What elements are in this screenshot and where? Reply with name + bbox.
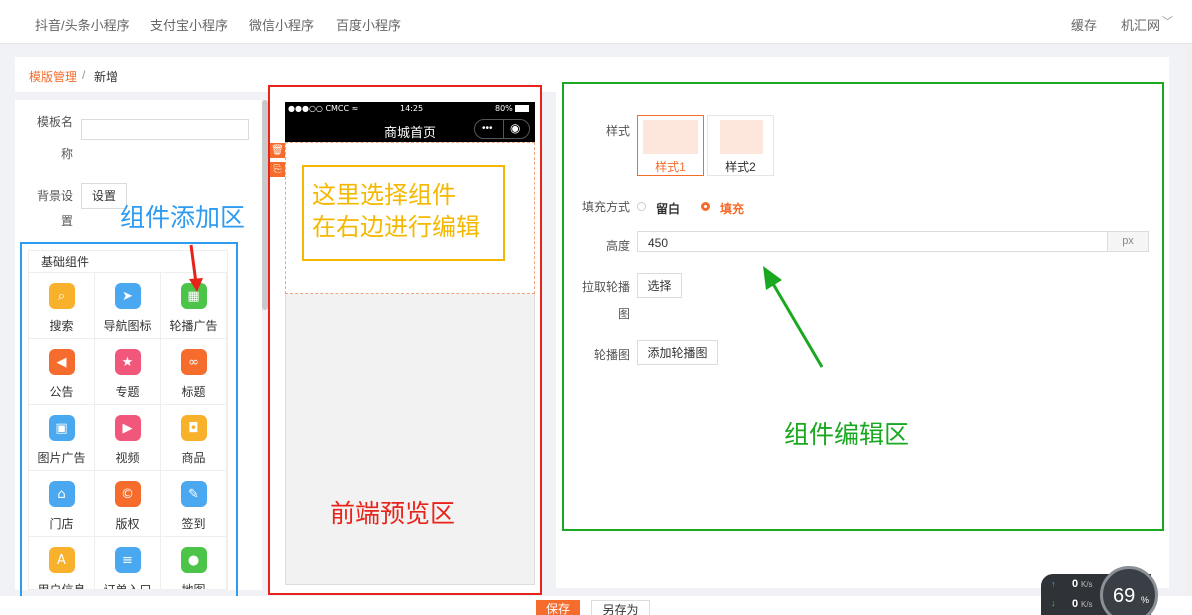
upload-speed: 0	[1072, 578, 1079, 590]
upload-arrow-icon: ↑	[1051, 579, 1056, 589]
cache-link[interactable]: 缓存	[1071, 15, 1097, 34]
background-label-line2: 置	[60, 214, 73, 228]
download-arrow-icon: ↓	[1051, 598, 1056, 608]
gauge-value: 69	[1113, 585, 1136, 607]
tab-alipay[interactable]: 支付宝小程序	[150, 15, 228, 34]
template-name-label-line1: 模板名	[36, 115, 73, 129]
frontend-preview-label: 前端预览区	[330, 500, 456, 528]
user-menu[interactable]: 机汇网	[1121, 15, 1160, 34]
component-add-area-label: 组件添加区	[120, 204, 246, 232]
component-edit-area-frame	[562, 82, 1164, 531]
breadcrumb-current: 新增	[94, 70, 119, 84]
component-add-area-frame	[20, 242, 238, 603]
red-arrow-icon	[189, 244, 203, 292]
save-as-button[interactable]: 另存为	[591, 600, 650, 615]
download-speed: 0	[1072, 598, 1079, 610]
breadcrumb-separator: /	[82, 68, 86, 82]
template-name-input[interactable]	[81, 119, 249, 140]
template-name-label-line2: 称	[60, 147, 73, 161]
gauge-percent-sign: %	[1141, 595, 1150, 605]
save-button[interactable]: 保存	[536, 600, 580, 615]
top-navbar: 抖音/头条小程序 支付宝小程序 微信小程序 百度小程序 缓存 机汇网 ﹀	[0, 0, 1192, 44]
background-label-line1: 背景设	[36, 189, 73, 203]
tab-douyin[interactable]: 抖音/头条小程序	[35, 15, 130, 34]
tab-wechat[interactable]: 微信小程序	[249, 15, 314, 34]
breadcrumb-parent[interactable]: 模版管理	[29, 68, 77, 85]
tab-baidu[interactable]: 百度小程序	[336, 15, 401, 34]
upload-unit: K/s	[1081, 580, 1093, 589]
component-edit-area-label: 组件编辑区	[784, 421, 910, 449]
chevron-down-icon[interactable]: ﹀	[1162, 13, 1173, 29]
download-unit: K/s	[1081, 600, 1093, 609]
memory-gauge[interactable]: 69 %	[1100, 566, 1158, 615]
page-scrollbar[interactable]	[1186, 44, 1192, 615]
